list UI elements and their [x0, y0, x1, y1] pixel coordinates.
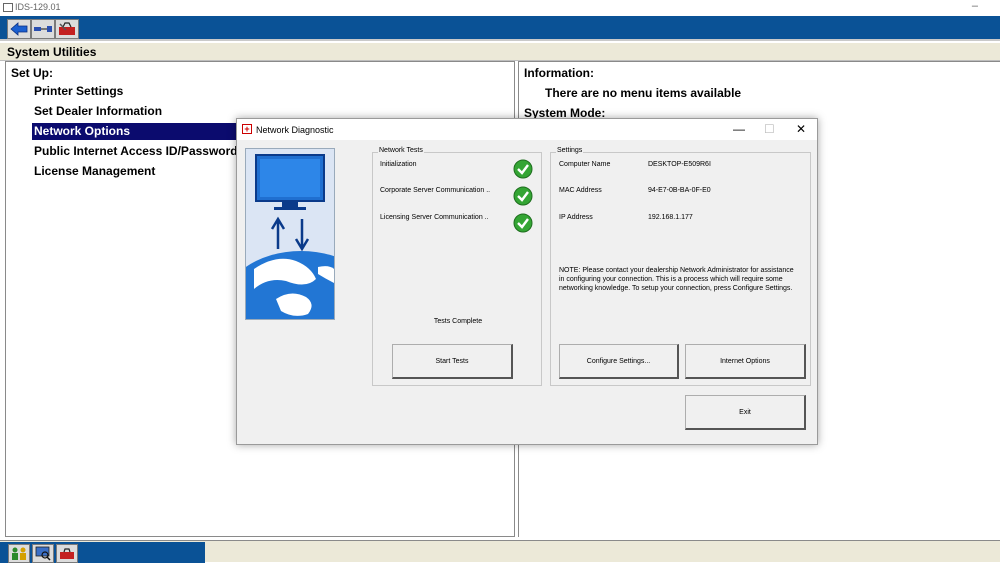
- people-icon[interactable]: [8, 544, 30, 563]
- menu-item-network-options[interactable]: Network Options: [32, 123, 242, 140]
- menu-item-printer-settings[interactable]: Printer Settings: [32, 83, 125, 100]
- computer-name-value: DESKTOP-E509R6I: [648, 161, 711, 168]
- mac-address-label: MAC Address: [559, 187, 602, 194]
- minimize-button[interactable]: –: [972, 0, 978, 12]
- computer-name-label: Computer Name: [559, 161, 611, 168]
- computer-search-icon[interactable]: [32, 544, 54, 563]
- connector-icon[interactable]: [31, 19, 55, 39]
- mac-address-value: 94-E7-0B-BA-0F-E0: [648, 187, 711, 194]
- menu-item-license-management[interactable]: License Management: [32, 163, 157, 180]
- information-text: There are no menu items available: [545, 86, 742, 100]
- information-title: Information:: [524, 66, 594, 80]
- settings-label: Settings: [556, 147, 584, 154]
- setup-title: Set Up:: [11, 66, 53, 80]
- start-tests-button[interactable]: Start Tests: [392, 344, 513, 379]
- app-icon: [3, 3, 13, 12]
- main-toolbar: [0, 16, 1000, 41]
- toolbox-icon[interactable]: [55, 19, 79, 39]
- check-icon: [513, 186, 533, 206]
- menu-item-internet-access[interactable]: Public Internet Access ID/Password cor: [32, 143, 262, 160]
- menu-item-dealer-info[interactable]: Set Dealer Information: [32, 103, 164, 120]
- configure-settings-button[interactable]: Configure Settings...: [559, 344, 679, 379]
- dialog-minimize-button[interactable]: —: [733, 122, 745, 136]
- tests-status-text: Tests Complete: [433, 318, 483, 325]
- page-title: System Utilities: [0, 43, 1000, 61]
- app-title: IDS-129.01: [15, 2, 61, 12]
- check-icon: [513, 213, 533, 233]
- settings-note: NOTE: Please contact your dealership Net…: [559, 267, 794, 292]
- internet-options-button[interactable]: Internet Options: [685, 344, 806, 379]
- network-tests-group: Network Tests Initialization Corporate S…: [372, 147, 542, 386]
- ip-address-value: 192.168.1.177: [648, 214, 693, 221]
- test-licensing-server-label: Licensing Server Communication ..: [380, 214, 489, 221]
- test-corporate-server-label: Corporate Server Communication ..: [380, 187, 491, 194]
- settings-group: Settings Computer Name DESKTOP-E509R6I M…: [550, 147, 811, 386]
- dialog-close-button[interactable]: ✕: [796, 122, 806, 136]
- exit-button[interactable]: Exit: [685, 395, 806, 430]
- back-arrow-icon[interactable]: [7, 19, 31, 39]
- check-icon: [513, 159, 533, 179]
- network-illustration: [245, 148, 335, 320]
- toolbox-icon[interactable]: [56, 544, 78, 563]
- status-bar: [0, 540, 1000, 563]
- status-toolbar: [0, 542, 205, 563]
- dialog-app-icon: +: [242, 124, 252, 134]
- network-tests-label: Network Tests: [378, 147, 424, 154]
- dialog-title: Network Diagnostic: [256, 125, 334, 135]
- network-diagnostic-dialog: + Network Diagnostic — ☐ ✕ Network Tests…: [236, 118, 818, 445]
- dialog-title-bar: + Network Diagnostic — ☐ ✕: [237, 119, 817, 140]
- ip-address-label: IP Address: [559, 214, 593, 221]
- dialog-maximize-button: ☐: [764, 122, 775, 136]
- test-initialization-label: Initialization: [380, 161, 417, 168]
- app-title-bar: IDS-129.01 –: [0, 0, 1000, 16]
